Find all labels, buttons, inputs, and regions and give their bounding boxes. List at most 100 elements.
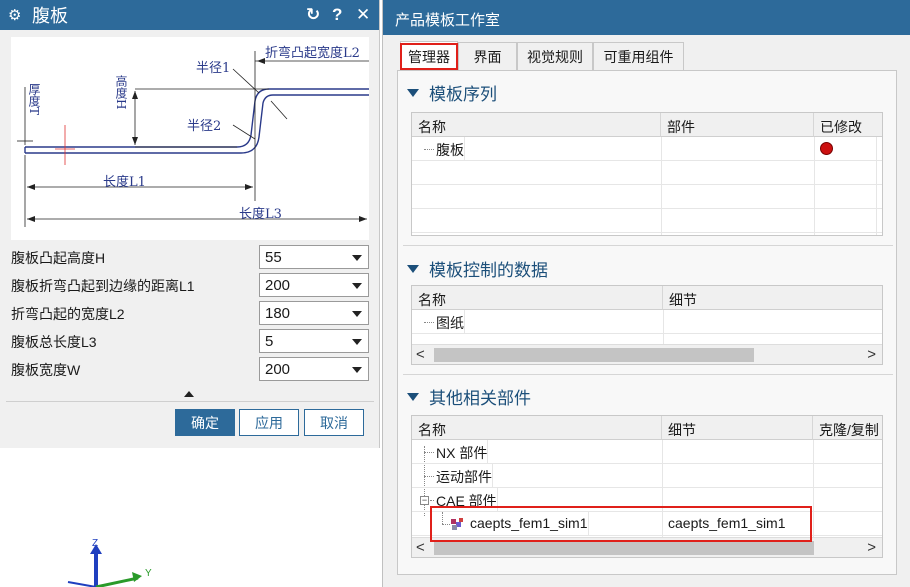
column-header-name[interactable]: 名称 bbox=[412, 416, 662, 440]
collapse-icon[interactable] bbox=[184, 391, 194, 397]
product-template-studio-panel: 产品模板工作室 管理器 界面 视觉规则 可重用组件 模板序列 名称 部件 已修改… bbox=[382, 0, 910, 587]
select-value: 5 bbox=[265, 333, 274, 350]
param-row-l1: 腹板折弯凸起到边缘的距离L1 200 bbox=[11, 273, 369, 297]
chevron-down-icon bbox=[352, 311, 362, 317]
app-root: ⚙ 腹板 ↻ ? ✕ 折弯凸起宽度L2 半径1 半径2 高度H 厚度T 长度L1… bbox=[0, 0, 910, 587]
web-plate-dialog: ⚙ 腹板 ↻ ? ✕ 折弯凸起宽度L2 半径1 半径2 高度H 厚度T 长度L1… bbox=[0, 0, 380, 448]
tree-connector bbox=[424, 149, 434, 150]
row-name: 腹板 bbox=[436, 137, 465, 161]
divider bbox=[403, 245, 893, 246]
coordinate-triad bbox=[67, 544, 142, 587]
web-plate-diagram: 折弯凸起宽度L2 半径1 半径2 高度H 厚度T 长度L1 长度L3 bbox=[11, 37, 369, 240]
param-label: 折弯凸起的宽度L2 bbox=[11, 306, 125, 322]
table-row bbox=[412, 161, 882, 185]
scroll-left-icon[interactable]: < bbox=[416, 539, 425, 556]
param-row-l2: 折弯凸起的宽度L2 180 bbox=[11, 301, 369, 325]
section-title: 其他相关部件 bbox=[429, 389, 531, 408]
reset-icon[interactable]: ↻ bbox=[306, 5, 320, 25]
l3-select[interactable]: 5 bbox=[259, 329, 369, 353]
length3-label: 长度L3 bbox=[239, 207, 282, 222]
table-row[interactable]: 图纸 bbox=[412, 310, 882, 334]
apply-button[interactable]: 应用 bbox=[239, 409, 299, 436]
tab-visual-rules[interactable]: 视觉规则 bbox=[517, 42, 593, 70]
tree-connector bbox=[424, 322, 434, 323]
height-select[interactable]: 55 bbox=[259, 245, 369, 269]
chevron-down-icon bbox=[352, 255, 362, 261]
height-label: 高度H bbox=[114, 75, 128, 110]
horizontal-scrollbar[interactable]: < > bbox=[412, 344, 882, 364]
param-label: 腹板折弯凸起到边缘的距离L1 bbox=[11, 278, 195, 294]
active-tab-highlight bbox=[400, 43, 458, 70]
help-icon[interactable]: ? bbox=[332, 5, 342, 25]
column-header-clone-copy[interactable]: 克隆/复制 bbox=[813, 416, 882, 440]
tab-interface[interactable]: 界面 bbox=[458, 42, 517, 70]
controlled-data-table: 名称 细节 图纸 < > bbox=[411, 285, 883, 365]
profile-sketch bbox=[17, 51, 369, 227]
dialog-title-bar: ⚙ 腹板 ↻ ? ✕ bbox=[0, 0, 379, 30]
param-row-height: 腹板凸起高度H 55 bbox=[11, 245, 369, 269]
chevron-down-icon bbox=[352, 283, 362, 289]
template-sequence-table: 名称 部件 已修改 腹板 bbox=[411, 112, 883, 236]
scrollbar-thumb[interactable] bbox=[434, 541, 814, 555]
close-icon[interactable]: ✕ bbox=[356, 5, 370, 25]
table-row bbox=[412, 209, 882, 233]
select-value: 200 bbox=[265, 361, 291, 378]
section-title: 模板序列 bbox=[429, 85, 497, 104]
l2-select[interactable]: 180 bbox=[259, 301, 369, 325]
ok-button[interactable]: 确定 bbox=[175, 409, 235, 436]
section-other-related-parts[interactable]: 其他相关部件 bbox=[407, 384, 531, 409]
column-header-detail[interactable]: 细节 bbox=[662, 416, 813, 440]
column-header-name[interactable]: 名称 bbox=[412, 113, 661, 137]
param-row-l3: 腹板总长度L3 5 bbox=[11, 329, 369, 353]
scrollbar-thumb[interactable] bbox=[434, 348, 754, 362]
table-row[interactable]: NX 部件 bbox=[412, 440, 882, 464]
tree-connector bbox=[424, 452, 434, 453]
thickness-label: 厚度T bbox=[27, 83, 41, 116]
axis-z-label: Z bbox=[92, 538, 99, 549]
collapse-triangle-icon bbox=[407, 264, 419, 273]
tab-reusable-components[interactable]: 可重用组件 bbox=[593, 42, 684, 70]
param-label: 腹板凸起高度H bbox=[11, 250, 106, 266]
collapse-node-icon[interactable]: − bbox=[420, 496, 429, 505]
section-template-controlled-data[interactable]: 模板控制的数据 bbox=[407, 256, 548, 281]
collapse-triangle-icon bbox=[407, 88, 419, 97]
panel-title: 产品模板工作室 bbox=[383, 0, 910, 35]
gear-icon[interactable]: ⚙ bbox=[8, 6, 26, 24]
column-header-detail[interactable]: 细节 bbox=[663, 286, 882, 310]
param-row-width: 腹板宽度W 200 bbox=[11, 357, 369, 381]
modified-indicator-icon bbox=[820, 142, 833, 155]
axis-y-label: Y bbox=[145, 568, 152, 579]
row-name: 图纸 bbox=[436, 310, 465, 334]
select-value: 180 bbox=[265, 305, 291, 322]
column-header-part[interactable]: 部件 bbox=[661, 113, 814, 137]
column-header-name[interactable]: 名称 bbox=[412, 286, 663, 310]
radius1-label: 半径1 bbox=[196, 61, 231, 76]
scroll-right-icon[interactable]: > bbox=[867, 346, 876, 363]
graphics-viewport[interactable]: Z Y bbox=[0, 448, 382, 587]
chevron-down-icon bbox=[352, 339, 362, 345]
table-row[interactable]: 腹板 bbox=[412, 137, 882, 161]
param-label: 腹板宽度W bbox=[11, 362, 81, 378]
chevron-down-icon bbox=[352, 367, 362, 373]
l1-select[interactable]: 200 bbox=[259, 273, 369, 297]
divider bbox=[6, 401, 374, 402]
bend-width-label: 折弯凸起宽度L2 bbox=[265, 46, 360, 61]
sim-row-highlight bbox=[430, 506, 812, 542]
scroll-left-icon[interactable]: < bbox=[416, 346, 425, 363]
table-row[interactable]: 运动部件 bbox=[412, 464, 882, 488]
divider bbox=[403, 374, 893, 375]
scroll-right-icon[interactable]: > bbox=[867, 539, 876, 556]
select-value: 55 bbox=[265, 249, 282, 266]
tree-connector bbox=[424, 476, 434, 477]
row-name: 运动部件 bbox=[436, 464, 493, 488]
tree-connector bbox=[430, 500, 434, 501]
column-header-modified[interactable]: 已修改 bbox=[814, 113, 882, 137]
section-template-sequence[interactable]: 模板序列 bbox=[407, 80, 497, 105]
section-title: 模板控制的数据 bbox=[429, 261, 548, 280]
table-row bbox=[412, 185, 882, 209]
collapse-triangle-icon bbox=[407, 392, 419, 401]
width-select[interactable]: 200 bbox=[259, 357, 369, 381]
radius2-label: 半径2 bbox=[187, 119, 222, 134]
row-name: NX 部件 bbox=[436, 440, 489, 464]
cancel-button[interactable]: 取消 bbox=[304, 409, 364, 436]
